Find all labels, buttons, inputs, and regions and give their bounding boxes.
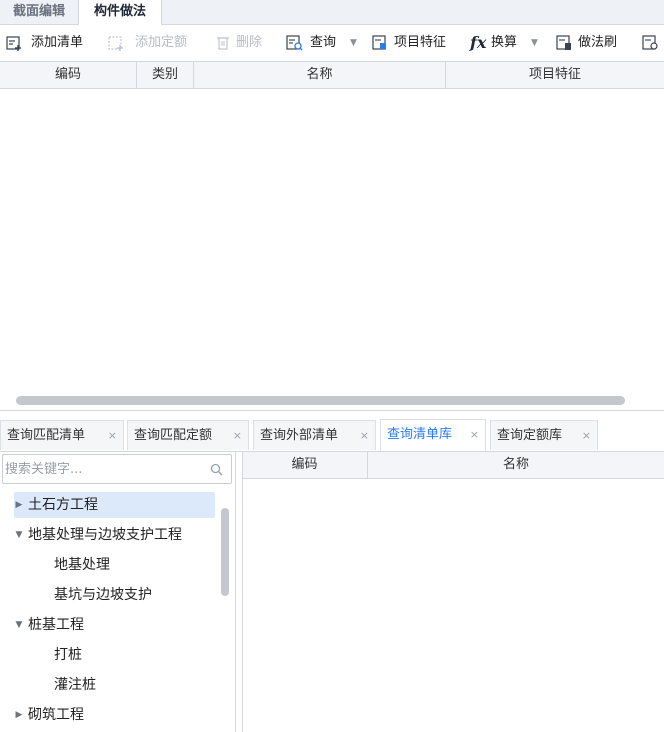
tree-item-label: 灌注桩 [54,677,96,693]
horizontal-scrollbar[interactable] [16,396,625,405]
tree-item-pile-foundation[interactable]: ▼ 桩基工程 [14,612,215,638]
tree-item-label: 砌筑工程 [28,707,84,723]
column-header-category[interactable]: 类别 [137,62,194,88]
column-header-name[interactable]: 名称 [368,452,664,478]
tree-item-cast-in-place-pile[interactable]: 灌注桩 [54,672,214,698]
tree-item-label: 基坑与边坡支护 [54,587,152,603]
tab-label: 查询清单库 [387,427,453,442]
tree-item-label: 地基处理 [54,557,110,573]
upper-grid-body[interactable] [0,89,664,389]
tree-item-foundation-processing[interactable]: 地基处理 [54,552,214,578]
tree-item-label: 土石方工程 [28,497,98,513]
document-search-icon [642,35,658,50]
close-icon[interactable]: × [582,421,591,451]
query-dropdown[interactable]: 查询 ▼ [286,33,360,53]
lower-grid-body[interactable] [243,479,664,732]
caret-right-icon[interactable]: ▶ [14,492,24,518]
tab-label: 查询匹配定额 [134,428,213,443]
toolbar: 添加清单 添加定额 删除 查询 ▼ 项目特征 fx 换算 ▼ 做法刷 [0,25,664,62]
close-icon[interactable]: × [108,421,117,451]
item-features-label: 项目特征 [394,35,447,50]
query-icon [286,35,303,51]
add-list-icon [6,36,21,51]
caret-right-icon[interactable]: ▶ [14,702,24,728]
tree-item-earthwork[interactable]: ▶ 土石方工程 [14,492,215,518]
chevron-down-icon: ▼ [350,38,357,48]
method-brush-label: 做法刷 [578,35,618,50]
chevron-down-icon: ▼ [531,38,538,48]
tab-query-match-quota[interactable]: 查询匹配定额 × [127,420,249,450]
bottom-tab-strip: 查询匹配清单 × 查询匹配定额 × 查询外部清单 × 查询清单库 × 查询定额库… [0,419,664,452]
tree-item-pit-slope-support[interactable]: 基坑与边坡支护 [54,582,214,608]
tree-item-label: 地基处理与边坡支护工程 [28,527,182,543]
tab-query-quota-library[interactable]: 查询定额库 × [490,420,598,450]
query-label: 查询 [310,35,337,50]
lower-grid-header: 编码 名称 [242,452,664,479]
tree-panel-divider[interactable] [235,452,236,732]
tab-query-match-list[interactable]: 查询匹配清单 × [0,420,124,450]
close-icon[interactable]: × [360,421,369,451]
search-input[interactable] [5,459,201,479]
tree-item-label: 打桩 [54,647,82,663]
tab-query-external-list[interactable]: 查询外部清单 × [253,420,376,450]
tree-item-masonry[interactable]: ▶ 砌筑工程 [14,702,215,728]
method-brush-icon [556,35,571,50]
add-list-label: 添加清单 [31,35,84,50]
tab-label: 查询匹配清单 [7,428,86,443]
tab-section-edit[interactable]: 截面编辑 [0,0,78,24]
convert-dropdown[interactable]: fx 换算 ▼ [470,33,542,53]
item-features-icon [372,35,386,50]
panel-splitter[interactable] [0,410,664,411]
column-header-code[interactable]: 编码 [242,452,368,478]
tab-label: 查询外部清单 [260,428,339,443]
column-header-code[interactable]: 编码 [0,62,137,88]
search-box [2,454,232,484]
function-icon: fx [470,33,487,52]
trash-icon [217,37,229,50]
tree-item-foundation-treatment[interactable]: ▼ 地基处理与边坡支护工程 [14,522,215,548]
add-quota-icon [108,36,123,51]
method-brush-button[interactable]: 做法刷 [556,33,628,53]
column-header-item-features[interactable]: 项目特征 [446,62,664,88]
convert-label: 换算 [491,35,518,50]
close-icon[interactable]: × [233,421,242,451]
delete-label: 删除 [236,35,263,50]
tree-item-pile-driving[interactable]: 打桩 [54,642,214,668]
search-icon[interactable] [210,463,223,476]
caret-down-icon[interactable]: ▼ [14,612,24,638]
close-icon[interactable]: × [470,420,479,450]
delete-button[interactable]: 删除 [215,33,273,53]
tree-vertical-scrollbar[interactable] [221,508,229,596]
more-tool-button[interactable] [642,33,664,53]
add-quota-button[interactable]: 添加定额 [108,33,196,53]
item-features-button[interactable]: 项目特征 [372,33,458,53]
tab-query-list-library[interactable]: 查询清单库 × [380,419,486,451]
add-quota-label: 添加定额 [135,35,188,50]
tree-item-label: 桩基工程 [28,617,84,633]
tab-component-method[interactable]: 构件做法 [78,0,162,25]
column-header-name[interactable]: 名称 [194,62,446,88]
caret-down-icon[interactable]: ▼ [14,522,24,548]
tab-label: 查询定额库 [497,428,563,443]
top-tab-strip: 截面编辑 构件做法 [0,0,664,25]
category-tree: ▶ 土石方工程 ▼ 地基处理与边坡支护工程 地基处理 基坑与边坡支护 ▼ 桩基工… [0,490,235,732]
add-list-button[interactable]: 添加清单 [6,33,94,53]
upper-grid-header: 编码 类别 名称 项目特征 [0,62,664,89]
